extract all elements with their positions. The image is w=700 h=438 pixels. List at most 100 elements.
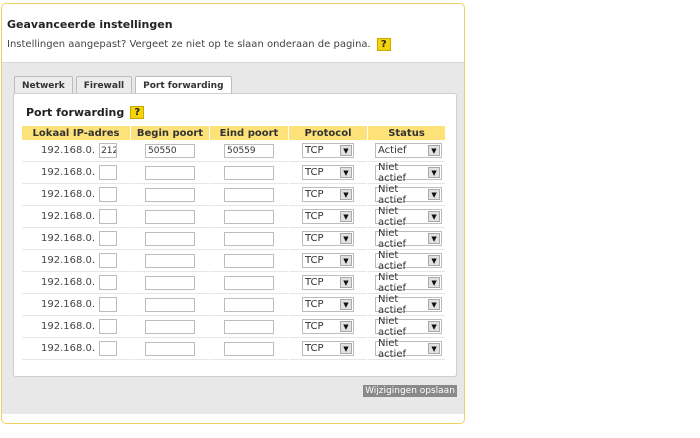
ip-cell: 192.168.0.: [22, 272, 130, 294]
chevron-down-icon[interactable]: ▼: [428, 255, 440, 266]
table-row: 192.168.0. TCP ▼ Niet actief ▼: [22, 184, 445, 206]
ip-last-octet-input[interactable]: [99, 253, 118, 268]
help-icon[interactable]: ?: [376, 38, 391, 51]
end-port-input[interactable]: [224, 231, 274, 246]
status-cell: Niet actief ▼: [368, 338, 445, 360]
save-changes-button[interactable]: Wijzigingen opslaan: [363, 385, 457, 397]
ip-last-octet-input[interactable]: [99, 275, 118, 290]
end-port-input[interactable]: [224, 187, 274, 202]
end-port-input[interactable]: [224, 143, 274, 158]
begin-port-cell: [131, 338, 209, 360]
ip-cell: 192.168.0.: [22, 294, 130, 316]
protocol-select[interactable]: TCP ▼: [302, 253, 354, 268]
chevron-down-icon[interactable]: ▼: [340, 233, 352, 244]
help-icon[interactable]: ?: [130, 106, 145, 119]
status-select[interactable]: Niet actief ▼: [375, 272, 442, 294]
begin-port-input[interactable]: [145, 341, 195, 356]
end-port-input[interactable]: [224, 297, 274, 312]
chevron-down-icon[interactable]: ▼: [340, 189, 352, 200]
ip-last-octet-input[interactable]: [99, 143, 118, 158]
chevron-down-icon[interactable]: ▼: [340, 255, 352, 266]
chevron-down-icon[interactable]: ▼: [340, 321, 352, 332]
end-port-input[interactable]: [224, 165, 274, 180]
protocol-select[interactable]: TCP ▼: [302, 341, 354, 356]
end-port-input[interactable]: [224, 253, 274, 268]
status-value: Niet actief: [378, 271, 406, 294]
status-select[interactable]: Niet actief ▼: [375, 316, 442, 338]
chevron-down-icon[interactable]: ▼: [340, 145, 352, 156]
begin-port-cell: [131, 162, 209, 184]
page-subtitle: Instellingen aangepast? Vergeet ze niet …: [7, 38, 391, 51]
protocol-select[interactable]: TCP ▼: [302, 275, 354, 290]
begin-port-input[interactable]: [145, 231, 195, 246]
chevron-down-icon[interactable]: ▼: [428, 277, 440, 288]
status-select[interactable]: Actief ▼: [375, 143, 442, 158]
ip-last-octet-input[interactable]: [99, 187, 118, 202]
chevron-down-icon[interactable]: ▼: [428, 211, 440, 222]
protocol-cell: TCP ▼: [289, 162, 367, 184]
protocol-select[interactable]: TCP ▼: [302, 231, 354, 246]
protocol-cell: TCP ▼: [289, 206, 367, 228]
begin-port-input[interactable]: [145, 209, 195, 224]
column-header-end-port: Eind poort: [210, 126, 288, 140]
status-select[interactable]: Niet actief ▼: [375, 162, 442, 184]
begin-port-input[interactable]: [145, 297, 195, 312]
protocol-value: TCP: [305, 167, 324, 178]
begin-port-input[interactable]: [145, 165, 195, 180]
chevron-down-icon[interactable]: ▼: [428, 299, 440, 310]
panel-title: Port forwarding ?: [26, 106, 145, 119]
chevron-down-icon[interactable]: ▼: [340, 211, 352, 222]
protocol-cell: TCP ▼: [289, 140, 367, 162]
ip-last-octet-input[interactable]: [99, 231, 118, 246]
ip-address: 192.168.0.: [22, 143, 130, 158]
chevron-down-icon[interactable]: ▼: [428, 145, 440, 156]
status-select[interactable]: Niet actief ▼: [375, 250, 442, 272]
protocol-select[interactable]: TCP ▼: [302, 165, 354, 180]
protocol-select[interactable]: TCP ▼: [302, 319, 354, 334]
ip-last-octet-input[interactable]: [99, 341, 118, 356]
ip-address: 192.168.0.: [22, 319, 130, 334]
status-select[interactable]: Niet actief ▼: [375, 338, 442, 360]
ip-prefix: 192.168.0.: [41, 167, 96, 178]
protocol-value: TCP: [305, 255, 324, 266]
protocol-select[interactable]: TCP ▼: [302, 209, 354, 224]
ip-cell: 192.168.0.: [22, 206, 130, 228]
protocol-select[interactable]: TCP ▼: [302, 187, 354, 202]
ip-last-octet-input[interactable]: [99, 319, 118, 334]
chevron-down-icon[interactable]: ▼: [428, 167, 440, 178]
begin-port-cell: [131, 272, 209, 294]
chevron-down-icon[interactable]: ▼: [340, 299, 352, 310]
chevron-down-icon[interactable]: ▼: [340, 277, 352, 288]
status-select[interactable]: Niet actief ▼: [375, 228, 442, 250]
ip-cell: 192.168.0.: [22, 316, 130, 338]
chevron-down-icon[interactable]: ▼: [428, 189, 440, 200]
status-cell: Niet actief ▼: [368, 250, 445, 272]
chevron-down-icon[interactable]: ▼: [340, 167, 352, 178]
chevron-down-icon[interactable]: ▼: [428, 233, 440, 244]
protocol-cell: TCP ▼: [289, 294, 367, 316]
status-select[interactable]: Niet actief ▼: [375, 294, 442, 316]
end-port-input[interactable]: [224, 319, 274, 334]
chevron-down-icon[interactable]: ▼: [428, 343, 440, 354]
chevron-down-icon[interactable]: ▼: [428, 321, 440, 332]
protocol-select[interactable]: TCP ▼: [302, 143, 354, 158]
status-select[interactable]: Niet actief ▼: [375, 206, 442, 228]
begin-port-input[interactable]: [145, 319, 195, 334]
end-port-input[interactable]: [224, 275, 274, 290]
ip-last-octet-input[interactable]: [99, 297, 118, 312]
end-port-input[interactable]: [224, 341, 274, 356]
protocol-select[interactable]: TCP ▼: [302, 297, 354, 312]
chevron-down-icon[interactable]: ▼: [340, 343, 352, 354]
begin-port-input[interactable]: [145, 253, 195, 268]
begin-port-input[interactable]: [145, 143, 195, 158]
end-port-input[interactable]: [224, 209, 274, 224]
tab-netwerk[interactable]: Netwerk: [14, 76, 73, 94]
tab-firewall[interactable]: Firewall: [75, 76, 133, 94]
protocol-value: TCP: [305, 277, 324, 288]
status-select[interactable]: Niet actief ▼: [375, 184, 442, 206]
ip-last-octet-input[interactable]: [99, 209, 118, 224]
begin-port-input[interactable]: [145, 187, 195, 202]
ip-last-octet-input[interactable]: [99, 165, 118, 180]
begin-port-cell: [131, 316, 209, 338]
begin-port-input[interactable]: [145, 275, 195, 290]
